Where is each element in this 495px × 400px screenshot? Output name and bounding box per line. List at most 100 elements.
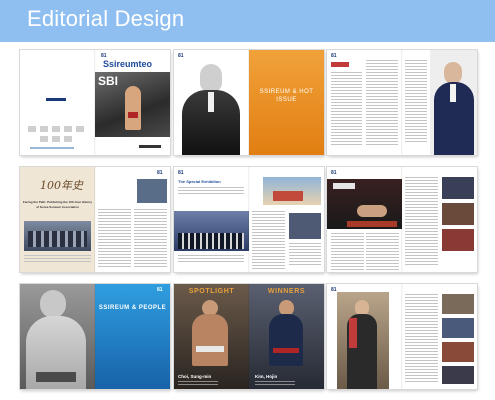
- spread-left-page: [20, 284, 95, 389]
- thumb-box: [52, 126, 60, 132]
- publisher-mark: [139, 145, 161, 148]
- spread-match[interactable]: 81: [327, 167, 477, 272]
- spread-left-page: 81: [327, 167, 402, 272]
- inset-photo: [442, 294, 474, 314]
- body-column: [405, 177, 438, 267]
- caption-lines: [178, 255, 244, 264]
- body-column: [331, 72, 362, 147]
- spread-right-page: [402, 167, 477, 272]
- page-mark: 81: [331, 53, 337, 59]
- body-column: [134, 209, 167, 269]
- photo-banner-text: SBI: [98, 74, 119, 88]
- inset-photo: [442, 203, 474, 225]
- body-column: [366, 233, 399, 272]
- spread-gutter: [401, 284, 403, 389]
- winners-heading: WINNERS: [267, 288, 306, 295]
- portrait-head: [444, 62, 462, 84]
- spread-cover[interactable]: 81 Ssireumteo SBI: [20, 50, 170, 155]
- magazine-logo: Ssireumteo: [103, 59, 153, 69]
- spread-gutter: [94, 167, 96, 272]
- caption-lines: [178, 381, 218, 387]
- spread-left-page: 81: [174, 50, 249, 155]
- body-column: [98, 209, 131, 269]
- spread-gutter: [248, 284, 250, 389]
- body-column: [252, 211, 285, 271]
- portrait-shirt: [208, 92, 214, 112]
- inset-photo: [442, 229, 474, 251]
- spread-right-page: 81: [95, 167, 170, 272]
- spread-right-page: [402, 50, 477, 155]
- spread-history[interactable]: 100年史 Facing the Path: Publishing the 10…: [20, 167, 170, 272]
- spread-left-page: 81 The Special Exhibition: [174, 167, 249, 272]
- thumb-box: [28, 126, 36, 132]
- header-title: Editorial Design: [27, 6, 185, 31]
- wrestler-torso: [192, 314, 228, 366]
- spread-people[interactable]: SSIREUM & PEOPLE 81: [20, 284, 170, 389]
- section-header: Editorial Design: [0, 0, 495, 42]
- page-mark: 81: [178, 53, 184, 59]
- script-title: 100年史: [40, 179, 83, 192]
- body-column: [289, 243, 321, 267]
- portrait-head: [200, 64, 222, 92]
- spread-left-page: 81: [327, 284, 402, 389]
- spread-right-page: 81 Ssireumteo SBI: [95, 50, 170, 155]
- thumb-box: [64, 136, 72, 142]
- caption-lines: [24, 255, 91, 264]
- spread-hot-issue[interactable]: 81 SSIREUM & HOT ISSUE: [174, 50, 324, 155]
- body-column: [331, 233, 364, 272]
- inset-photo: [137, 179, 167, 203]
- portrait-head: [40, 290, 66, 318]
- footer-logos: [30, 147, 74, 149]
- satba-belt: [36, 372, 76, 382]
- spread-interview[interactable]: 81: [327, 50, 477, 155]
- group-figures: [28, 231, 87, 247]
- page-mark: 81: [157, 287, 163, 293]
- spread-right-page: [402, 284, 477, 389]
- spread-right-page: [249, 167, 324, 272]
- thumb-box: [40, 126, 48, 132]
- caption-lines: [255, 381, 295, 387]
- inset-photo: [442, 342, 474, 362]
- body-column: [405, 294, 438, 384]
- spread-gutter: [94, 284, 96, 389]
- spread-left-page: SPOTLIGHT Choi, Sung-min: [174, 284, 249, 389]
- spread-gutter: [248, 167, 250, 272]
- inset-photo: [442, 177, 474, 199]
- spread-grid: 81 Ssireumteo SBI 81 SSIREUM & HOT ISSUE…: [0, 42, 495, 400]
- body-column: [366, 60, 398, 147]
- thumb-box: [52, 136, 60, 142]
- spread-profile[interactable]: 81: [327, 284, 477, 389]
- inset-photo: [442, 366, 474, 384]
- spread-right-page: SSIREUM & HOT ISSUE: [249, 50, 324, 155]
- wrestler-figure: [125, 86, 141, 130]
- spread-gutter: [401, 50, 403, 155]
- spread-gutter: [94, 50, 96, 155]
- feature-title: The Special Exhibition: [178, 179, 221, 184]
- spread-right-page: WINNERS Kim, Hojin: [249, 284, 324, 389]
- spread-exhibition[interactable]: 81 The Special Exhibition: [174, 167, 324, 272]
- spread-left-page: 81: [327, 50, 402, 155]
- section-title: SSIREUM & PEOPLE: [98, 305, 167, 311]
- spread-gutter: [401, 167, 403, 272]
- spread-gutter: [248, 50, 250, 155]
- page-mark: 81: [331, 287, 337, 293]
- body-column: [405, 60, 427, 144]
- spread-spotlight[interactable]: SPOTLIGHT Choi, Sung-min WINNERS Kim, Ho…: [174, 284, 324, 389]
- spread-left-page: [20, 50, 95, 155]
- feature-title: Facing the Path: Publishing the 100-Year…: [22, 200, 93, 209]
- headline-block: [333, 183, 355, 189]
- satba-belt: [128, 112, 138, 118]
- section-title: SSIREUM & HOT ISSUE: [259, 89, 314, 103]
- inset-photo: [289, 213, 321, 239]
- wrestlers-figure: [357, 205, 387, 217]
- ring-floor: [347, 221, 397, 227]
- page-mark: 81: [331, 170, 337, 176]
- satba-belt: [196, 346, 224, 352]
- association-logo: [46, 98, 66, 101]
- page-mark: 81: [157, 170, 163, 176]
- wrestler-jacket: [269, 314, 303, 366]
- thumb-box: [64, 126, 72, 132]
- thumb-box: [40, 136, 48, 142]
- winner-name: Choi, Sung-min: [178, 374, 212, 379]
- spread-right-page: SSIREUM & PEOPLE 81: [95, 284, 170, 389]
